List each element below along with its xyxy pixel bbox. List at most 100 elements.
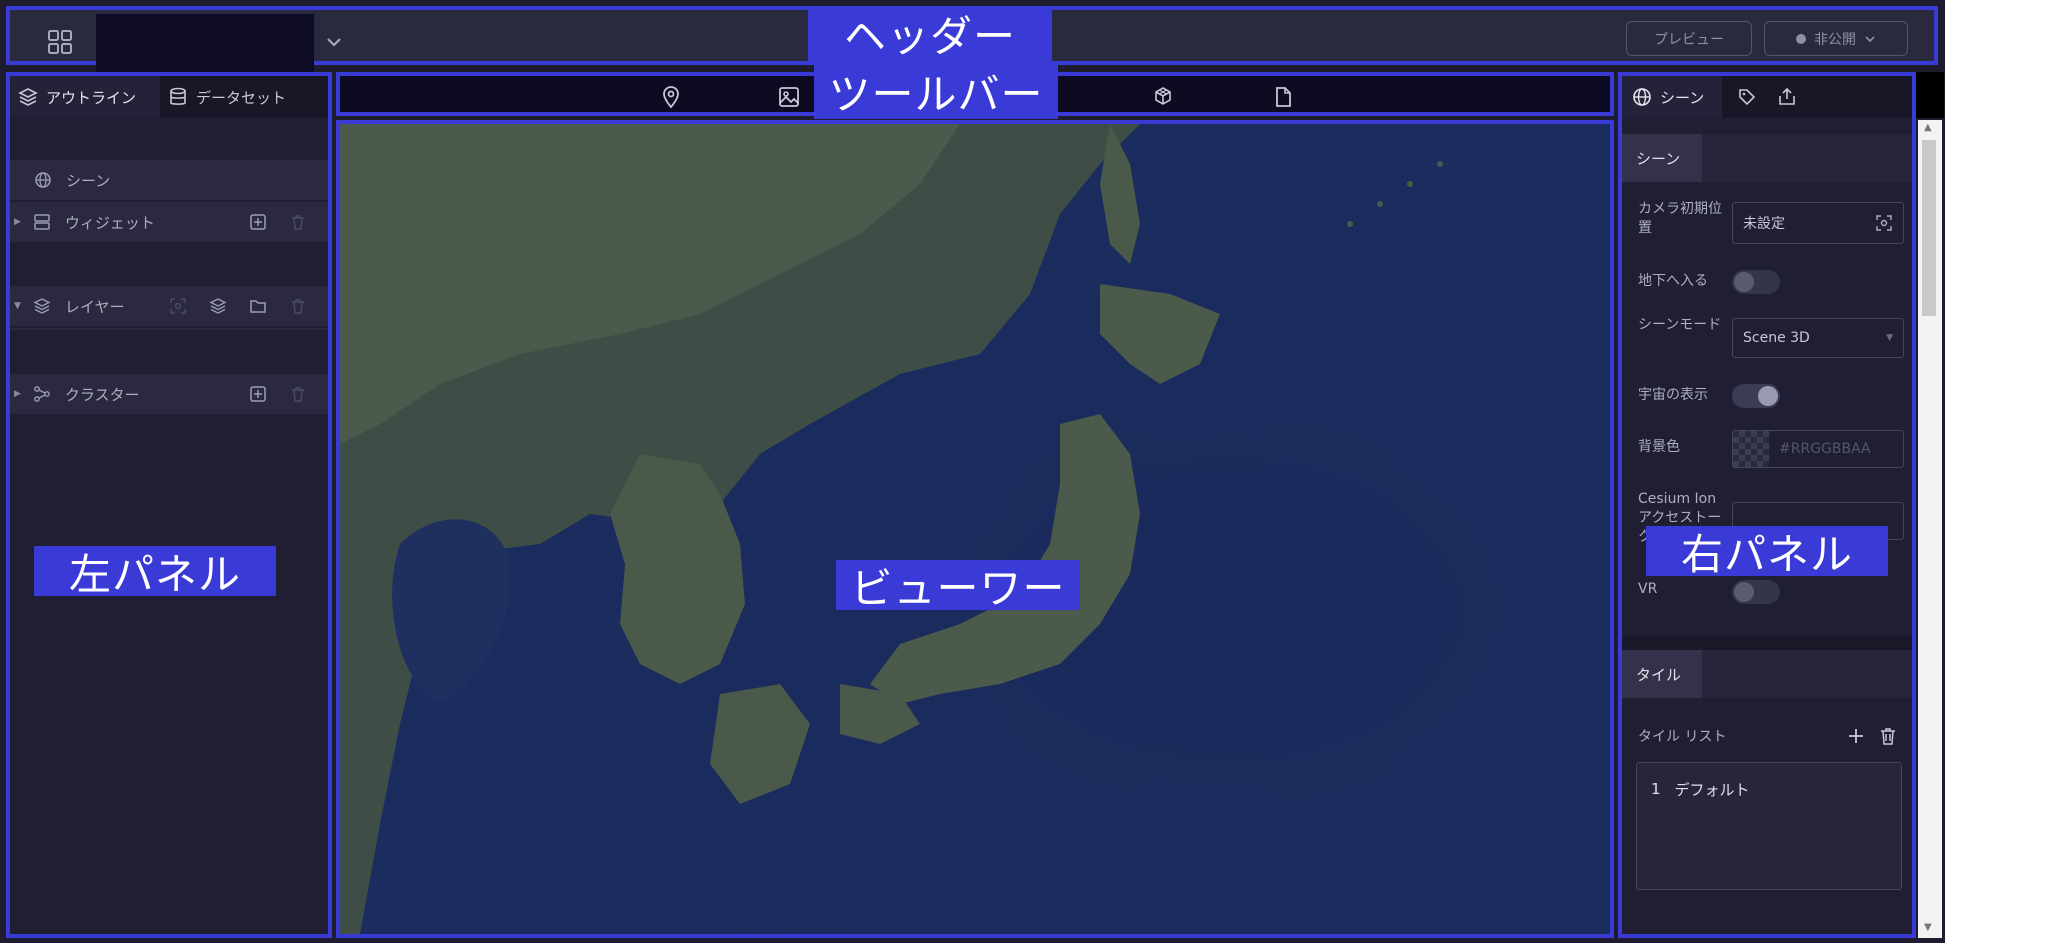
tab-outline-label: アウトライン bbox=[46, 88, 137, 107]
scene-section-title: シーン bbox=[1622, 134, 1702, 182]
right-panel-callout: 右パネル bbox=[1646, 526, 1888, 579]
scroll-up-icon[interactable]: ▲ bbox=[1924, 122, 1932, 133]
add-cluster-button[interactable] bbox=[247, 383, 269, 405]
cluster-label: クラスター bbox=[64, 385, 140, 404]
tile-list-label: タイル リスト bbox=[1638, 729, 1727, 745]
camera-position-field[interactable]: 未設定 bbox=[1732, 202, 1904, 244]
bg-color-field[interactable]: #RRGGBBAA bbox=[1732, 430, 1904, 468]
right-panel: シーン シーン カメラ初期位置 未設定 地下へ入る シーンモード Scene 3… bbox=[1618, 72, 1916, 938]
sky-label: 宇宙の表示 bbox=[1638, 387, 1708, 403]
camera-position-label: カメラ初期位置 bbox=[1638, 201, 1722, 236]
header-callout: ヘッダー bbox=[808, 6, 1052, 61]
tab-scene[interactable]: シーン bbox=[1622, 76, 1722, 118]
project-dropdown-button[interactable] bbox=[322, 30, 346, 54]
satellite-map-image bbox=[340, 124, 1610, 934]
tab-outline[interactable]: アウトライン bbox=[10, 76, 160, 118]
caret-down-icon: ▼ bbox=[1886, 333, 1893, 343]
trash-icon bbox=[291, 299, 304, 314]
delete-cluster-button[interactable] bbox=[287, 383, 309, 405]
tag-icon bbox=[1739, 89, 1756, 106]
app-menu-button[interactable] bbox=[40, 22, 80, 62]
trash-icon bbox=[1881, 728, 1895, 745]
trash-icon bbox=[291, 215, 304, 230]
caret-down-icon: ▼ bbox=[14, 301, 21, 311]
status-dot-icon bbox=[1796, 33, 1806, 44]
left-panel: アウトライン データセット シーン ▶ ウィジェット ▼ レイヤー ▶ クラスタ… bbox=[6, 72, 332, 938]
section-divider bbox=[1622, 636, 1912, 650]
viewer-callout: ビューワー bbox=[836, 560, 1080, 613]
caret-right-icon: ▶ bbox=[14, 389, 21, 399]
widget-label: ウィジェット bbox=[64, 213, 155, 232]
layers-icon bbox=[18, 88, 38, 106]
bg-color-label: 背景色 bbox=[1638, 439, 1680, 455]
plus-square-icon bbox=[250, 386, 266, 402]
tile-index: 1 bbox=[1651, 780, 1661, 798]
tab-publish-settings[interactable] bbox=[1770, 76, 1804, 118]
tile-section-header: タイル bbox=[1622, 650, 1912, 698]
map-pin-icon bbox=[663, 86, 679, 109]
layers-icon bbox=[31, 295, 53, 317]
window-edge bbox=[1916, 72, 1944, 118]
publish-status-label: 非公開 bbox=[1814, 31, 1856, 48]
add-image-button[interactable] bbox=[776, 84, 802, 110]
publish-icon bbox=[1779, 87, 1795, 105]
toggle-knob bbox=[1734, 582, 1754, 602]
add-tile-button[interactable] bbox=[1846, 726, 1868, 748]
project-name-field[interactable] bbox=[96, 14, 314, 72]
scene-label: シーン bbox=[66, 171, 111, 190]
vr-toggle[interactable] bbox=[1732, 580, 1780, 604]
outline-item-layer[interactable]: ▼ レイヤー bbox=[10, 286, 328, 326]
database-icon bbox=[170, 87, 186, 105]
add-marker-button[interactable] bbox=[658, 84, 684, 110]
layer-stack-icon bbox=[209, 298, 227, 314]
chevron-down-icon bbox=[1865, 35, 1875, 42]
left-panel-tabs: アウトライン データセット bbox=[10, 76, 328, 118]
plus-icon bbox=[1849, 729, 1863, 743]
publish-status-button[interactable]: 非公開 bbox=[1764, 21, 1908, 56]
file-icon bbox=[1276, 87, 1291, 107]
vr-label: VR bbox=[1638, 581, 1658, 597]
scene-section-header: シーン bbox=[1622, 134, 1912, 182]
tile-list: 1 デフォルト bbox=[1636, 762, 1902, 890]
toolbar-callout: ツールバー bbox=[814, 64, 1058, 119]
underground-toggle[interactable] bbox=[1732, 270, 1780, 294]
layer-label: レイヤー bbox=[64, 297, 125, 316]
tab-dataset[interactable]: データセット bbox=[168, 76, 318, 118]
scroll-down-icon[interactable]: ▼ bbox=[1924, 922, 1932, 933]
add-file-button[interactable] bbox=[1270, 84, 1296, 110]
delete-layer-button[interactable] bbox=[287, 295, 309, 317]
color-swatch[interactable] bbox=[1733, 431, 1769, 467]
capture-icon bbox=[1876, 215, 1892, 231]
underground-label: 地下へ入る bbox=[1638, 273, 1708, 289]
toggle-knob bbox=[1758, 386, 1778, 406]
add-layer-folder-button[interactable] bbox=[247, 295, 269, 317]
globe-icon bbox=[32, 169, 54, 191]
tab-tags[interactable] bbox=[1730, 76, 1764, 118]
delete-widget-button[interactable] bbox=[287, 211, 309, 233]
map-viewer[interactable]: ビューワー bbox=[336, 120, 1614, 938]
sky-toggle[interactable] bbox=[1732, 384, 1780, 408]
add-widget-button[interactable] bbox=[247, 211, 269, 233]
outline-item-cluster[interactable]: ▶ クラスター bbox=[10, 374, 328, 414]
focus-icon bbox=[170, 298, 186, 314]
tile-list-item[interactable]: 1 デフォルト bbox=[1651, 777, 1750, 801]
focus-layer-button[interactable] bbox=[167, 295, 189, 317]
outline-item-widget[interactable]: ▶ ウィジェット bbox=[10, 202, 328, 242]
scene-mode-select[interactable]: Scene 3D ▼ bbox=[1732, 318, 1904, 358]
scene-mode-label: シーンモード bbox=[1638, 317, 1722, 333]
preview-button[interactable]: プレビュー bbox=[1626, 21, 1752, 56]
tile-section-title: タイル bbox=[1622, 650, 1702, 698]
tab-dataset-label: データセット bbox=[196, 88, 287, 107]
image-icon bbox=[779, 87, 799, 107]
folder-plus-icon bbox=[250, 300, 266, 313]
delete-tile-button[interactable] bbox=[1878, 726, 1900, 748]
chevron-down-icon bbox=[327, 38, 341, 47]
add-layer-group-button[interactable] bbox=[207, 295, 229, 317]
add-3d-model-button[interactable] bbox=[1150, 84, 1176, 110]
cube-icon bbox=[1155, 87, 1171, 105]
outline-item-scene[interactable]: シーン bbox=[10, 160, 328, 200]
scrollbar-thumb[interactable] bbox=[1922, 140, 1936, 316]
grid-icon bbox=[48, 30, 72, 54]
globe-icon bbox=[1633, 88, 1651, 106]
tab-scene-label: シーン bbox=[1660, 88, 1705, 107]
